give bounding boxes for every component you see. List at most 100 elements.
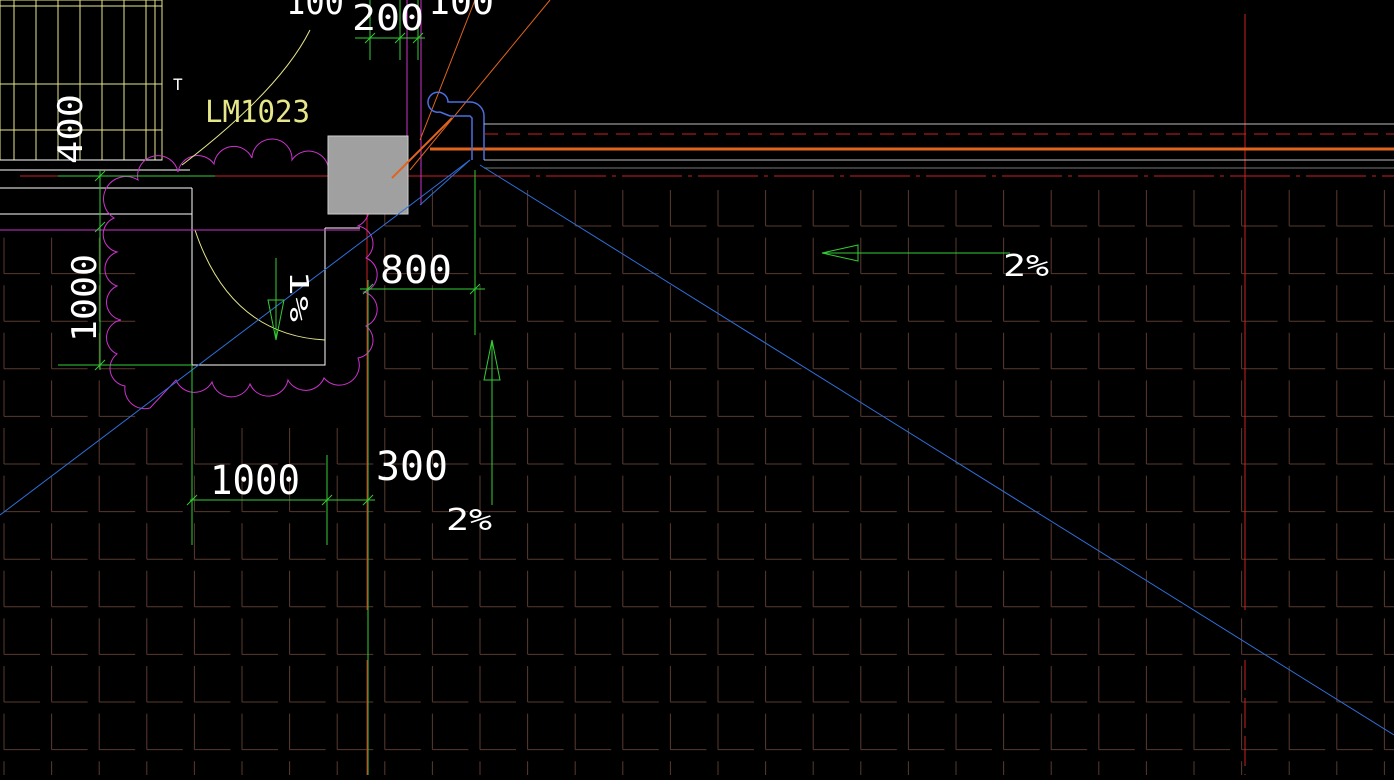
drain-pipe [391, 0, 1394, 179]
floor-tile [1003, 285, 1040, 322]
floor-tile [3, 285, 40, 322]
floor-tile [1193, 666, 1230, 703]
floor-tile [860, 570, 897, 608]
floor-tile [717, 237, 754, 275]
floor-tile [51, 713, 88, 751]
floor-tile [51, 666, 88, 703]
floor-tile [1193, 523, 1230, 560]
floor-tile [51, 523, 88, 560]
floor-tile [717, 332, 754, 370]
floor-tile [574, 428, 612, 465]
floor-tile [717, 380, 754, 417]
floor-tile [1050, 332, 1088, 370]
floor-tile [479, 666, 516, 703]
floor-tile [1145, 475, 1183, 513]
floor-tile [1050, 761, 1052, 780]
cad-viewport[interactable]: 100 200 100 400 1000 LM1023 T 1% 800 2% … [0, 0, 1394, 780]
floor-tile [1241, 428, 1278, 465]
floor-tile [1241, 380, 1278, 417]
floor-tile [765, 475, 802, 513]
floor-tile [527, 761, 529, 780]
floor-tile [812, 523, 850, 560]
arrow-left-icon [821, 244, 1010, 262]
floor-tile [1098, 761, 1100, 780]
floor-tile [812, 570, 850, 608]
floor-tile [98, 380, 136, 417]
floor-tile [146, 618, 183, 655]
floor-tile [765, 190, 802, 227]
floor-tile [669, 190, 707, 227]
floor-tile [860, 190, 897, 227]
floor-tile [1336, 190, 1373, 227]
floor-tile [622, 761, 624, 780]
floor-tile [431, 761, 433, 780]
floor-tile [431, 380, 469, 417]
floor-tile [1383, 761, 1385, 780]
floor-tile [1336, 237, 1373, 275]
floor-tile [1383, 332, 1394, 370]
floor-tile [1336, 666, 1373, 703]
slope-pit-label: 1% [283, 270, 313, 323]
floor-tile [1098, 332, 1135, 370]
floor-tile [1050, 380, 1088, 417]
floor-tile [765, 618, 802, 655]
floor-tile [622, 618, 659, 655]
floor-tile [622, 570, 659, 608]
floor-tile [431, 570, 469, 608]
floor-tile [1288, 237, 1326, 275]
floor-tile [1145, 761, 1147, 780]
floor-tile [146, 761, 148, 780]
floor-tile [1383, 428, 1394, 465]
floor-tile [812, 713, 850, 751]
floor-tile [193, 523, 231, 560]
floor-tile [527, 713, 564, 751]
floor-tile [955, 761, 957, 780]
floor-tile [1145, 285, 1183, 322]
floor-tile [1098, 237, 1135, 275]
floor-tile [241, 666, 278, 703]
floor-tile [717, 570, 754, 608]
floor-tile [1383, 190, 1394, 227]
floor-tile [3, 618, 40, 655]
floor-tile [1098, 190, 1135, 227]
floor-tile [1003, 190, 1040, 227]
floor-tile [717, 190, 754, 227]
floor-tile [1288, 713, 1326, 751]
floor-tile [431, 190, 469, 227]
floor-tile [860, 285, 897, 322]
floor-tile [1241, 618, 1278, 655]
floor-tile [479, 428, 516, 465]
floor-tile [289, 570, 326, 608]
floor-tile [860, 475, 897, 513]
floor-tile [527, 332, 564, 370]
floor-tile [98, 666, 136, 703]
dim-text-300: 300 [376, 444, 448, 490]
floor-tile [907, 190, 945, 227]
floor-tile [622, 380, 659, 417]
floor-tile [1193, 761, 1195, 780]
floor-tile [527, 475, 564, 513]
floor-tile [1288, 666, 1326, 703]
floor-tile [3, 666, 40, 703]
floor-tile [241, 523, 278, 560]
floor-tile [98, 570, 136, 608]
floor-tile [51, 618, 88, 655]
floor-tile [1383, 523, 1394, 560]
floor-tile [812, 761, 814, 780]
floor-tile [765, 570, 802, 608]
floor-tile [907, 332, 945, 370]
floor-tile [1288, 570, 1326, 608]
floor-tile [574, 380, 612, 417]
floor-tile [527, 285, 564, 322]
dim-text-1000-horizontal: 1000 [210, 458, 300, 504]
floor-tile [1050, 285, 1088, 322]
floor-tile [193, 761, 195, 780]
floor-tile [812, 380, 850, 417]
floor-tile [1288, 761, 1290, 780]
floor-tile [1145, 666, 1183, 703]
floor-tile [51, 428, 88, 465]
floor-tile [289, 666, 326, 703]
cad-drawing[interactable]: 100 200 100 400 1000 LM1023 T 1% 800 2% … [0, 0, 1394, 780]
floor-tile [812, 285, 850, 322]
floor-tile [1145, 713, 1183, 751]
